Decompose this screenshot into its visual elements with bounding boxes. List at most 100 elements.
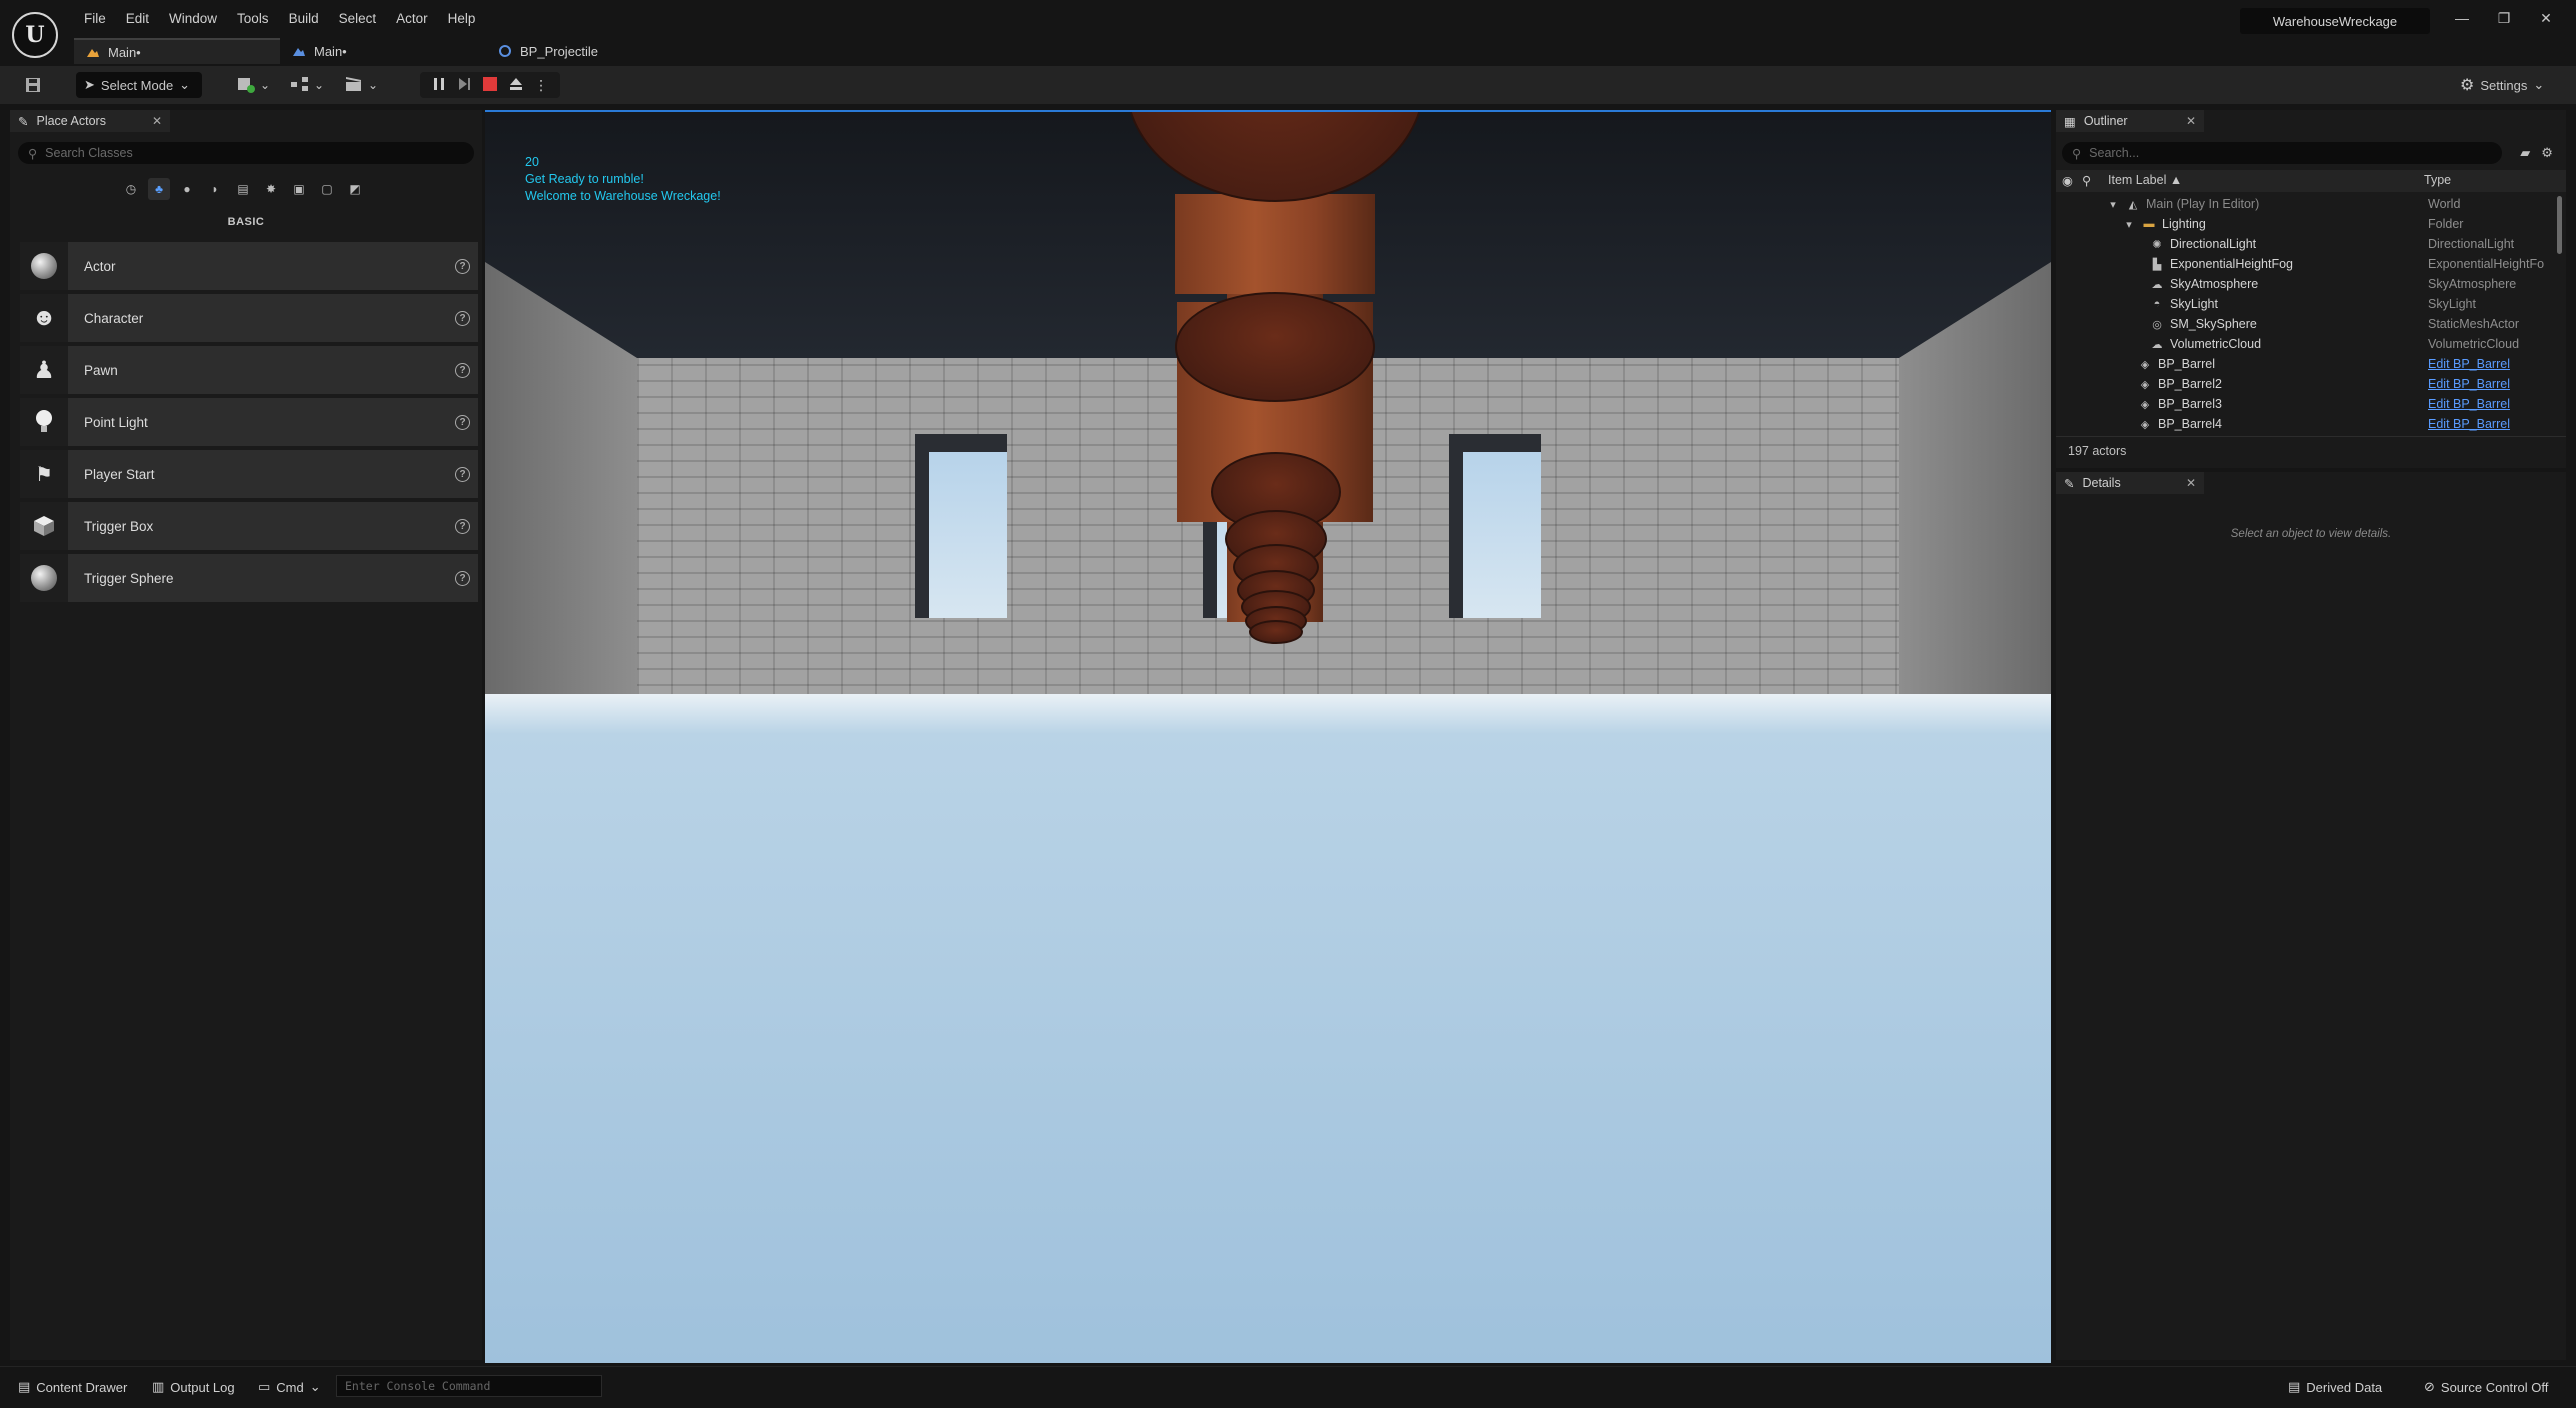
list-item-pawn[interactable]: ♟ Pawn ? xyxy=(20,346,478,394)
tree-row-actor[interactable]: ☁ VolumetricCloud VolumetricCloud xyxy=(2056,334,2554,354)
help-icon[interactable]: ? xyxy=(455,570,470,586)
close-icon[interactable]: ✕ xyxy=(2186,476,2196,490)
cinematics-button[interactable]: ⌄ xyxy=(344,72,378,98)
blueprints-button[interactable]: ⌄ xyxy=(290,72,324,98)
visibility-eye-icon[interactable]: ◉ xyxy=(2062,173,2073,188)
recent-icon[interactable]: ◷ xyxy=(120,178,142,200)
menu-actor[interactable]: Actor xyxy=(386,8,438,29)
geometry-icon[interactable]: ▣ xyxy=(288,178,310,200)
menu-file[interactable]: File xyxy=(74,8,116,29)
pencil-icon: ✎ xyxy=(2064,476,2075,491)
settings-label: Settings xyxy=(2480,77,2528,93)
row-label: Lighting xyxy=(2162,217,2206,231)
outliner-search-row: ⚲ Search... ▰ ⚙ xyxy=(2062,142,2558,164)
gear-icon[interactable]: ⚙ xyxy=(2536,145,2558,161)
add-folder-icon[interactable]: ▰ xyxy=(2514,145,2536,161)
blueprint-actor-icon: ◈ xyxy=(2140,378,2150,391)
cinematic-icon[interactable]: ▤ xyxy=(232,178,254,200)
lights-icon[interactable]: ● xyxy=(176,178,198,200)
tab-details[interactable]: ✎ Details ✕ xyxy=(2056,472,2204,494)
world-icon: ◭ xyxy=(2128,198,2138,211)
save-icon[interactable] xyxy=(20,72,46,98)
all-classes-icon[interactable]: ◩ xyxy=(344,178,366,200)
chevron-down-icon: ⌄ xyxy=(2533,77,2545,92)
help-icon[interactable]: ? xyxy=(455,258,470,274)
tree-row-actor[interactable]: ▙ ExponentialHeightFog ExponentialHeightF… xyxy=(2056,254,2554,274)
console-command-input[interactable]: Enter Console Command xyxy=(336,1375,602,1397)
more-options-icon[interactable]: ⋮ xyxy=(534,77,548,94)
tree-row-actor[interactable]: ✺ DirectionalLight DirectionalLight xyxy=(2056,234,2554,254)
restore-icon[interactable]: ❐ xyxy=(2494,10,2514,30)
outliner-scrollbar[interactable] xyxy=(2557,196,2562,254)
edit-blueprint-link[interactable]: Edit BP_Barrel xyxy=(2428,377,2552,391)
column-type[interactable]: Type xyxy=(2424,173,2451,187)
tree-row-folder[interactable]: ▾ ▬ Lighting Folder xyxy=(2056,214,2554,234)
derived-data-button[interactable]: ▤ Derived Data xyxy=(2280,1375,2390,1399)
blueprint-actor-icon: ◈ xyxy=(2140,418,2150,431)
tab-place-actors[interactable]: ✎ Place Actors ✕ xyxy=(10,110,170,132)
column-item-label[interactable]: Item Label ▲ xyxy=(2108,173,2182,187)
character-icon: ☻ xyxy=(20,294,68,342)
shapes-icon[interactable]: ◗ xyxy=(204,178,226,200)
content-drawer-button[interactable]: ▤ Content Drawer xyxy=(10,1375,135,1399)
stop-icon[interactable] xyxy=(482,76,497,94)
list-item-trigger-sphere[interactable]: Trigger Sphere ? xyxy=(20,554,478,602)
menu-tools[interactable]: Tools xyxy=(227,8,279,29)
visual-effects-icon[interactable]: ✸ xyxy=(260,178,282,200)
source-control-button[interactable]: ⊘ Source Control Off xyxy=(2416,1375,2556,1399)
tree-row-actor[interactable]: ◓ SkyLight SkyLight xyxy=(2056,294,2554,314)
help-icon[interactable]: ? xyxy=(455,362,470,378)
add-actor-button[interactable]: ⌄ xyxy=(236,72,270,98)
close-icon[interactable]: ✕ xyxy=(2186,114,2196,128)
tree-row-actor[interactable]: ◎ SM_SkySphere StaticMeshActor xyxy=(2056,314,2554,334)
menu-build[interactable]: Build xyxy=(279,8,329,29)
unreal-logo-icon[interactable]: U xyxy=(12,12,58,58)
title-bar: U File Edit Window Tools Build Select Ac… xyxy=(0,0,2576,66)
edit-blueprint-link[interactable]: Edit BP_Barrel xyxy=(2428,357,2552,371)
menu-select[interactable]: Select xyxy=(329,8,387,29)
edit-blueprint-link[interactable]: Edit BP_Barrel xyxy=(2428,397,2552,411)
close-icon[interactable]: ✕ xyxy=(152,114,162,128)
tree-row-world[interactable]: ▾ ◭ Main (Play In Editor) World xyxy=(2056,194,2554,214)
search-placeholder: Search... xyxy=(2089,146,2140,160)
tab-main-level[interactable]: Main• xyxy=(74,38,280,64)
tree-row-actor[interactable]: ◈ BP_Barrel2 Edit BP_Barrel xyxy=(2056,374,2554,394)
help-icon[interactable]: ? xyxy=(455,518,470,534)
output-log-button[interactable]: ▥ Output Log xyxy=(144,1375,243,1399)
minimize-icon[interactable]: — xyxy=(2452,10,2472,30)
cmd-dropdown[interactable]: ▭ Cmd ⌄ xyxy=(250,1375,329,1399)
list-item-actor[interactable]: Actor ? xyxy=(20,242,478,290)
pause-icon[interactable] xyxy=(432,77,446,94)
help-icon[interactable]: ? xyxy=(455,310,470,326)
select-mode-dropdown[interactable]: ➤ Select Mode ⌄ xyxy=(76,72,202,98)
basic-icon[interactable]: ♣ xyxy=(148,178,170,200)
search-classes-input[interactable]: ⚲ Search Classes xyxy=(18,142,474,164)
menu-help[interactable]: Help xyxy=(438,8,486,29)
eject-icon[interactable] xyxy=(509,77,523,94)
list-item-player-start[interactable]: ⚑ Player Start ? xyxy=(20,450,478,498)
menu-window[interactable]: Window xyxy=(159,8,227,29)
close-window-icon[interactable]: ✕ xyxy=(2536,10,2556,30)
tab-outliner[interactable]: ▦ Outliner ✕ xyxy=(2056,110,2204,132)
list-item-character[interactable]: ☻ Character ? xyxy=(20,294,478,342)
volumes-icon[interactable]: ▢ xyxy=(316,178,338,200)
tab-main-blueprint[interactable]: Main• xyxy=(280,38,486,64)
settings-button[interactable]: ⚙ Settings ⌄ xyxy=(2460,72,2544,98)
help-icon[interactable]: ? xyxy=(455,414,470,430)
level-viewport[interactable]: 20 Get Ready to rumble! Welcome to Wareh… xyxy=(485,110,2051,1363)
tree-row-actor[interactable]: ◈ BP_Barrel3 Edit BP_Barrel xyxy=(2056,394,2554,414)
outliner-search-input[interactable]: ⚲ Search... xyxy=(2062,142,2503,164)
edit-blueprint-link[interactable]: Edit BP_Barrel xyxy=(2428,417,2552,431)
tree-row-actor[interactable]: ◈ BP_Barrel Edit BP_Barrel xyxy=(2056,354,2554,374)
menu-edit[interactable]: Edit xyxy=(116,8,159,29)
tree-row-actor[interactable]: ☁ SkyAtmosphere SkyAtmosphere xyxy=(2056,274,2554,294)
step-frame-icon[interactable] xyxy=(457,77,471,94)
list-item-point-light[interactable]: Point Light ? xyxy=(20,398,478,446)
row-type: SkyAtmosphere xyxy=(2428,277,2517,291)
tab-bp-projectile[interactable]: BP_Projectile xyxy=(486,38,610,64)
help-icon[interactable]: ? xyxy=(455,466,470,482)
list-item-trigger-box[interactable]: Trigger Box ? xyxy=(20,502,478,550)
pin-icon[interactable]: ⚲ xyxy=(2082,173,2091,188)
tree-row-actor[interactable]: ◈ BP_Barrel4 Edit BP_Barrel xyxy=(2056,414,2554,434)
chevron-down-icon: ⌄ xyxy=(309,1379,321,1394)
